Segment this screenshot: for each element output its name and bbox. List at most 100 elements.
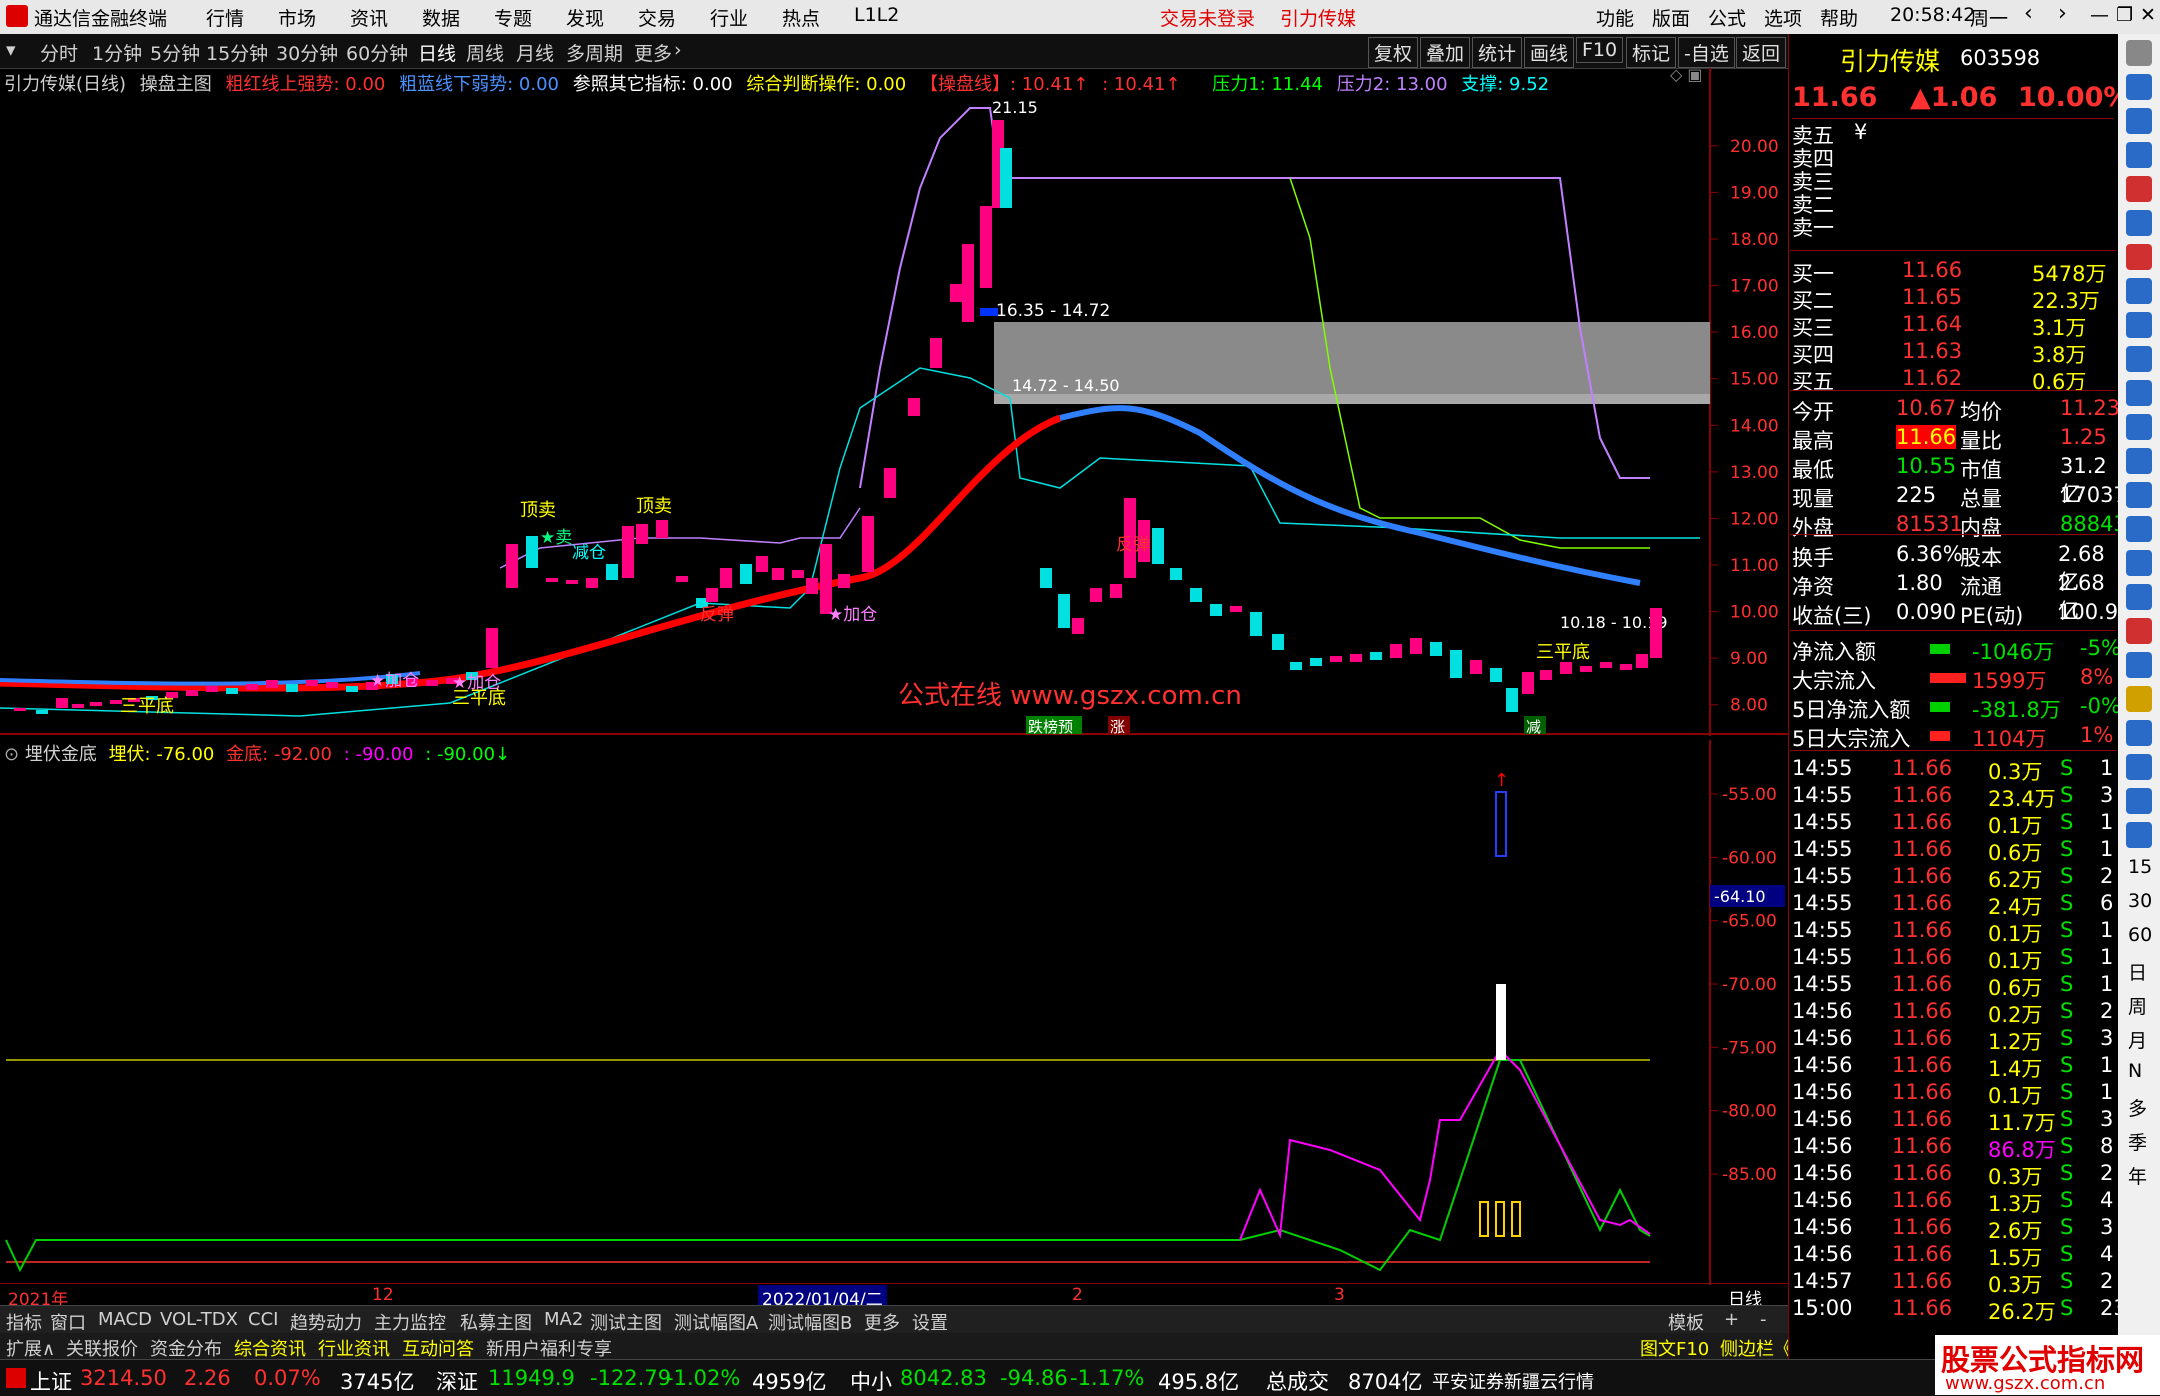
trend-icon[interactable]: [2126, 244, 2152, 270]
remove-button[interactable]: -: [1760, 1309, 1767, 1330]
minimize-icon[interactable]: —: [2090, 4, 2109, 26]
zx-label[interactable]: 中小: [850, 1366, 892, 1396]
tab-cci[interactable]: CCI: [248, 1309, 278, 1330]
period-tab[interactable]: 15分钟: [206, 39, 268, 66]
adjust-button[interactable]: 复权: [1368, 37, 1419, 68]
period-tab[interactable]: 分时: [40, 39, 78, 66]
main-chart[interactable]: 20.00 19.00 18.00 17.00 16.00 15.00 14.00 13.00…: [0, 68, 1788, 736]
sz-label[interactable]: 深证: [436, 1366, 478, 1396]
f10-link[interactable]: 图文F10: [1640, 1335, 1709, 1361]
grid-icon[interactable]: [2126, 278, 2152, 304]
period-multi[interactable]: 多: [2128, 1094, 2147, 1121]
tab-settings[interactable]: 设置: [912, 1309, 948, 1335]
menu-item[interactable]: 版面: [1652, 4, 1690, 31]
move-icon[interactable]: [2126, 652, 2152, 678]
period-tab[interactable]: 月线: [516, 39, 554, 66]
tab-macd[interactable]: MACD: [98, 1309, 152, 1330]
stats-button[interactable]: 统计: [1472, 37, 1523, 68]
fund-icon[interactable]: [2126, 482, 2152, 508]
tab-window[interactable]: 窗口: [50, 1309, 86, 1335]
tab-private[interactable]: 私募主图: [460, 1309, 532, 1335]
draw-button[interactable]: 画线: [1524, 37, 1575, 68]
clock-icon[interactable]: [2126, 550, 2152, 576]
period-week[interactable]: 周: [2128, 992, 2147, 1019]
sh-label[interactable]: 上证: [30, 1366, 72, 1396]
tab-main-monitor[interactable]: 主力监控: [374, 1309, 446, 1335]
login-status[interactable]: 交易未登录: [1160, 4, 1255, 31]
report-icon[interactable]: [2126, 414, 2152, 440]
period-tab[interactable]: 1分钟: [92, 39, 142, 66]
f10-button[interactable]: F10: [1576, 37, 1624, 63]
menu-item[interactable]: 帮助: [1820, 4, 1858, 31]
tab-qa[interactable]: 互动问答: [402, 1335, 474, 1361]
menu-item[interactable]: 数据: [422, 4, 460, 31]
tab-indicator[interactable]: 指标: [6, 1309, 42, 1335]
fin-icon[interactable]: [2126, 346, 2152, 372]
close-icon[interactable]: [2126, 40, 2152, 66]
period-tab[interactable]: 5分钟: [150, 39, 200, 66]
sidebar-toggle[interactable]: 侧边栏《: [1720, 1335, 1792, 1361]
tab-industry-news[interactable]: 行业资讯: [318, 1335, 390, 1361]
period-tab[interactable]: 多周期: [566, 39, 623, 66]
menu-item[interactable]: L1L2: [854, 4, 899, 26]
menu-item[interactable]: 行情: [206, 4, 244, 31]
tab-news[interactable]: 综合资讯: [234, 1335, 306, 1361]
rsi-icon[interactable]: [2126, 618, 2152, 644]
doc-icon[interactable]: [2126, 380, 2152, 406]
fs-icon[interactable]: [2126, 720, 2152, 746]
one-min-icon[interactable]: [2126, 788, 2152, 814]
menu-item[interactable]: 专题: [494, 4, 532, 31]
menu-item[interactable]: 公式: [1708, 4, 1746, 31]
period-tab[interactable]: 更多: [634, 39, 672, 66]
pen-icon[interactable]: [2126, 686, 2152, 712]
tab-test-a[interactable]: 测试幅图A: [674, 1309, 758, 1335]
remove-favorite-button[interactable]: -自选: [1678, 37, 1735, 68]
add-button[interactable]: +: [1724, 1309, 1739, 1330]
menu-item[interactable]: 选项: [1764, 4, 1802, 31]
return-button[interactable]: 返回: [1736, 37, 1787, 68]
list-icon[interactable]: [2126, 312, 2152, 338]
tab-more[interactable]: 更多: [864, 1309, 900, 1335]
tab-fund-dist[interactable]: 资金分布: [150, 1335, 222, 1361]
period-60[interactable]: 60: [2128, 924, 2152, 946]
tab-test-b[interactable]: 测试幅图B: [768, 1309, 852, 1335]
menu-item[interactable]: 发现: [566, 4, 604, 31]
collapse-icon[interactable]: ▾: [6, 39, 16, 61]
close-icon[interactable]: ✕: [2140, 4, 2156, 26]
tab-test-main[interactable]: 测试主图: [590, 1309, 662, 1335]
period-tab[interactable]: 60分钟: [346, 39, 408, 66]
period-quarter[interactable]: 季: [2128, 1128, 2147, 1155]
back-icon[interactable]: ‹: [2024, 1, 2033, 26]
period-tab-active[interactable]: 日线: [418, 39, 456, 66]
menu-item[interactable]: 市场: [278, 4, 316, 31]
menu-item[interactable]: 行业: [710, 4, 748, 31]
template-button[interactable]: 模板: [1668, 1309, 1704, 1335]
menu-item[interactable]: 热点: [782, 4, 820, 31]
wave-icon[interactable]: [2126, 584, 2152, 610]
five-min-icon[interactable]: [2126, 822, 2152, 848]
period-30[interactable]: 30: [2128, 890, 2152, 912]
period-year[interactable]: 年: [2128, 1162, 2147, 1189]
chart-icon[interactable]: [2126, 142, 2152, 168]
down-icon[interactable]: [2126, 108, 2152, 134]
period-day[interactable]: 日: [2128, 958, 2147, 985]
expand-button[interactable]: 扩展∧: [6, 1335, 55, 1361]
period-15[interactable]: 15: [2128, 856, 2152, 878]
kline-icon[interactable]: [2126, 176, 2152, 202]
globe-icon[interactable]: [2126, 516, 2152, 542]
restore-icon[interactable]: ❐: [2116, 4, 2133, 26]
up-icon[interactable]: [2126, 74, 2152, 100]
forward-icon[interactable]: ›: [2058, 1, 2067, 26]
chart-settings-icon[interactable]: ◇ ▣: [1670, 68, 1703, 84]
menu-item[interactable]: 资讯: [350, 4, 388, 31]
period-tab[interactable]: 周线: [466, 39, 504, 66]
tab-vol[interactable]: VOL-TDX: [160, 1309, 238, 1330]
menu-item[interactable]: 交易: [638, 4, 676, 31]
tab-related-quote[interactable]: 关联报价: [66, 1335, 138, 1361]
sub-chart[interactable]: -55.00 -60.00 -65.00 -70.00 -75.00 -80.00 -85.…: [0, 740, 1788, 1285]
period-n[interactable]: N: [2128, 1060, 2142, 1082]
table-icon[interactable]: [2126, 210, 2152, 236]
period-month[interactable]: 月: [2128, 1026, 2147, 1053]
menu-item[interactable]: 功能: [1596, 4, 1634, 31]
mark-button[interactable]: 标记: [1626, 37, 1677, 68]
